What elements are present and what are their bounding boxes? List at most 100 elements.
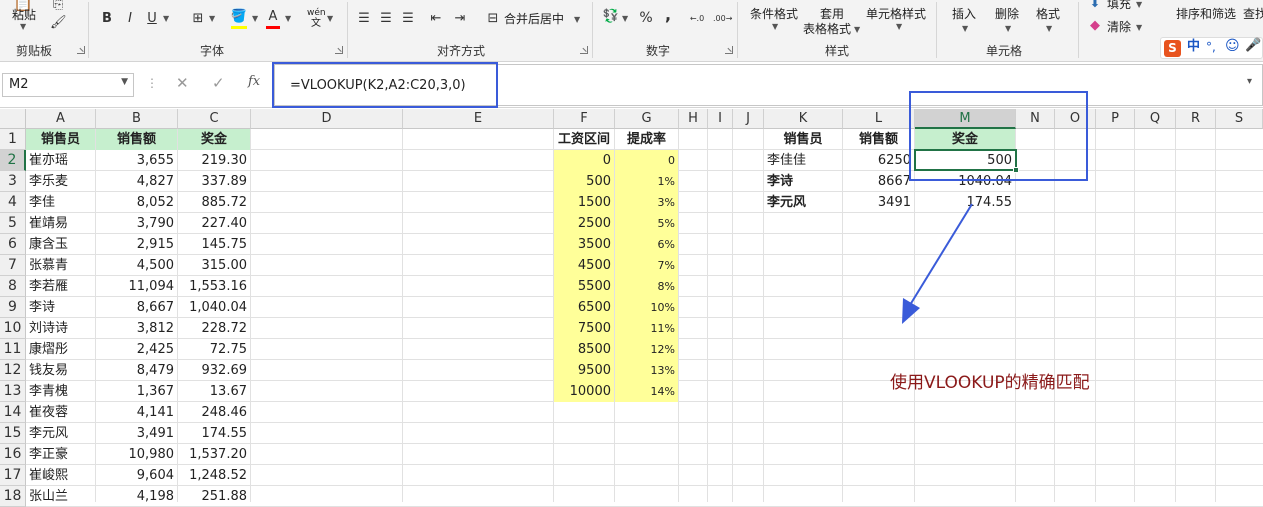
header-cell[interactable]: 销售额 [96,129,177,150]
table-cell[interactable]: 3,491 [96,423,177,444]
table-cell[interactable]: 李青槐 [26,381,95,402]
italic-button[interactable]: I [123,10,137,28]
column-header-s[interactable]: S [1216,109,1263,129]
column-header-d[interactable]: D [251,109,403,129]
table-cell[interactable]: 8,479 [96,360,177,381]
ime-punctuation[interactable]: °, [1206,40,1216,54]
table-cell[interactable]: 刘诗诗 [26,318,95,339]
table-cell[interactable]: 4500 [554,255,614,276]
table-cell[interactable]: 72.75 [178,339,250,360]
align-center-icon[interactable]: ☰ [378,10,394,28]
table-cell[interactable]: 1,537.20 [178,444,250,465]
table-cell[interactable]: 5% [615,213,678,234]
column-header-c[interactable]: C [178,109,251,129]
table-cell[interactable]: 4,827 [96,171,177,192]
eraser-icon[interactable]: ◆ [1088,17,1102,35]
table-cell[interactable]: 14% [615,381,678,402]
ime-emoji-icon[interactable]: ☺ [1225,39,1240,53]
name-box-dropdown-icon[interactable]: ▼ [121,77,128,87]
font-launcher-icon[interactable] [335,46,343,54]
table-cell[interactable]: 康熠彤 [26,339,95,360]
table-cell[interactable]: 张慕青 [26,255,95,276]
underline-button[interactable]: U [145,10,159,28]
table-cell[interactable]: 李正豪 [26,444,95,465]
table-cell[interactable]: 4,141 [96,402,177,423]
column-header-f[interactable]: F [554,109,615,129]
cancel-icon[interactable]: ✕ [176,74,189,92]
table-cell[interactable]: 2,915 [96,234,177,255]
table-cell[interactable]: 3500 [554,234,614,255]
table-cell[interactable]: 张山兰 [26,486,95,507]
row-header-15[interactable]: 15 [0,423,26,444]
clipboard-launcher-icon[interactable] [77,46,85,54]
cell-style-dropdown-icon[interactable]: ▼ [896,22,902,32]
table-cell[interactable]: 8% [615,276,678,297]
conditional-format-button[interactable]: 条件格式 [750,7,798,21]
insert-button[interactable]: 插入 [952,7,976,21]
row-header-5[interactable]: 5 [0,213,26,234]
font-color-dropdown-icon[interactable]: ▼ [285,14,291,24]
column-header-j[interactable]: J [733,109,764,129]
table-cell[interactable]: 李若雁 [26,276,95,297]
number-launcher-icon[interactable] [725,46,733,54]
column-header-g[interactable]: G [615,109,679,129]
row-header-4[interactable]: 4 [0,192,26,213]
table-cell[interactable]: 932.69 [178,360,250,381]
header-cell[interactable]: 工资区间 [554,129,614,150]
find-button[interactable]: 查找 [1243,7,1263,21]
table-cell[interactable]: 3% [615,192,678,213]
table-cell[interactable]: 11% [615,318,678,339]
table-cell[interactable]: 6250 [843,150,914,171]
table-cell[interactable]: 337.89 [178,171,250,192]
table-cell[interactable]: 1,553.16 [178,276,250,297]
table-cell[interactable]: 9500 [554,360,614,381]
column-header-i[interactable]: I [708,109,733,129]
table-cell[interactable]: 13.67 [178,381,250,402]
decrease-decimal-icon[interactable]: .00→ [713,10,732,28]
enter-icon[interactable]: ✓ [212,74,225,92]
merge-center-button[interactable]: 合并后居中 [504,12,564,26]
header-cell[interactable]: 奖金 [178,129,250,150]
formula-bar-expand-icon[interactable]: ▾ [1247,76,1252,87]
table-cell[interactable]: 228.72 [178,318,250,339]
table-format-button[interactable]: 表格格式 [803,22,851,36]
table-cell[interactable]: 10000 [554,381,614,402]
table-cell[interactable]: 11,094 [96,276,177,297]
table-cell[interactable]: 1,040.04 [178,297,250,318]
table-cell[interactable]: 7500 [554,318,614,339]
font-color-button[interactable]: A [266,8,280,26]
row-header-9[interactable]: 9 [0,297,26,318]
table-cell[interactable]: 1% [615,171,678,192]
decrease-indent-icon[interactable]: ⇤ [428,10,444,28]
table-cell[interactable]: 钱友易 [26,360,95,381]
format-dropdown-icon[interactable]: ▼ [1046,24,1052,34]
table-cell[interactable]: 崔峻熙 [26,465,95,486]
increase-decimal-icon[interactable]: ←.0 [688,10,706,28]
table-cell[interactable]: 8,667 [96,297,177,318]
table-cell[interactable]: 7% [615,255,678,276]
table-cell[interactable]: 2,425 [96,339,177,360]
align-right-icon[interactable]: ☰ [400,10,416,28]
column-header-e[interactable]: E [403,109,554,129]
table-cell[interactable]: 李乐麦 [26,171,95,192]
table-cell[interactable]: 李诗 [26,297,95,318]
column-header-k[interactable]: K [764,109,843,129]
table-cell[interactable]: 李佳 [26,192,95,213]
table-cell[interactable]: 5500 [554,276,614,297]
header-cell[interactable]: 提成率 [615,129,678,150]
table-cell[interactable]: 李佳佳 [764,150,842,171]
row-header-18[interactable]: 18 [0,486,26,507]
paste-button[interactable]: 粘贴 [12,8,36,22]
table-cell[interactable]: 8667 [843,171,914,192]
ime-toolbar[interactable]: S 中 °, ☺ 🎤 [1160,37,1263,59]
sort-filter-button[interactable]: 排序和筛选 [1176,7,1236,21]
table-format-line1[interactable]: 套用 [820,7,844,21]
header-cell[interactable]: 销售员 [764,129,842,150]
conditional-format-dropdown-icon[interactable]: ▼ [772,22,778,32]
increase-indent-icon[interactable]: ⇥ [452,10,468,28]
table-cell[interactable]: 4,198 [96,486,177,507]
table-cell[interactable]: 6% [615,234,678,255]
table-cell[interactable]: 李元风 [764,192,842,213]
table-cell[interactable]: 8,052 [96,192,177,213]
bold-button[interactable]: B [100,10,114,28]
